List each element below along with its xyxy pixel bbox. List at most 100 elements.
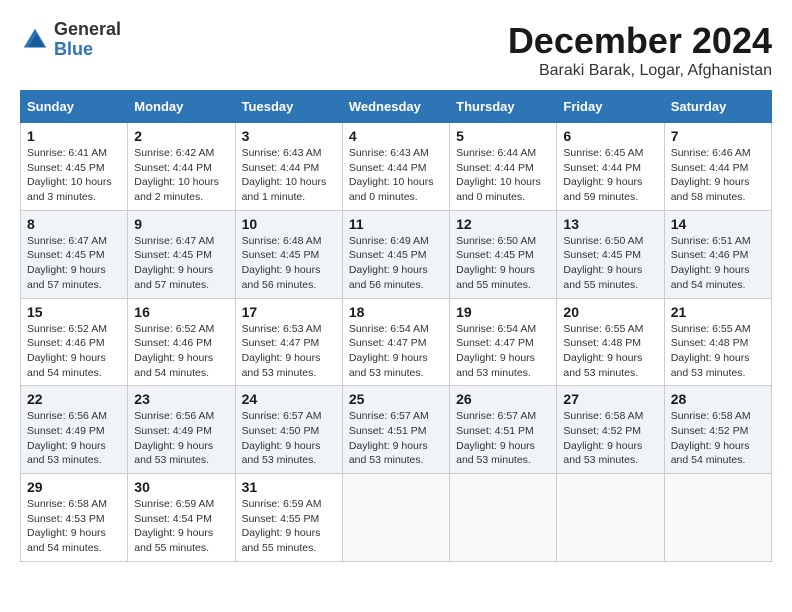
daylight: Daylight: 10 hours and 1 minute. [242,175,336,204]
logo-icon [20,25,50,55]
daylight: Daylight: 9 hours and 53 minutes. [349,351,443,380]
sunset: Sunset: 4:52 PM [671,424,765,439]
calendar-cell: 17 Sunrise: 6:53 AM Sunset: 4:47 PM Dayl… [235,298,342,386]
sunrise: Sunrise: 6:52 AM [134,322,228,337]
day-number: 10 [242,216,336,232]
calendar-cell: 24 Sunrise: 6:57 AM Sunset: 4:50 PM Dayl… [235,386,342,474]
calendar-cell: 18 Sunrise: 6:54 AM Sunset: 4:47 PM Dayl… [342,298,449,386]
sunrise: Sunrise: 6:47 AM [134,234,228,249]
sunrise: Sunrise: 6:59 AM [242,497,336,512]
logo-top: General [54,20,121,40]
sunset: Sunset: 4:44 PM [563,161,657,176]
calendar-cell: 11 Sunrise: 6:49 AM Sunset: 4:45 PM Dayl… [342,210,449,298]
day-number: 3 [242,128,336,144]
sunset: Sunset: 4:47 PM [456,336,550,351]
calendar-day-header: Thursday [450,91,557,123]
sunset: Sunset: 4:45 PM [27,248,121,263]
daylight: Daylight: 9 hours and 53 minutes. [134,439,228,468]
day-detail: Sunrise: 6:43 AM Sunset: 4:44 PM Dayligh… [349,146,443,205]
daylight: Daylight: 9 hours and 57 minutes. [134,263,228,292]
sunset: Sunset: 4:48 PM [563,336,657,351]
sunset: Sunset: 4:44 PM [134,161,228,176]
calendar-day-header: Monday [128,91,235,123]
day-detail: Sunrise: 6:43 AM Sunset: 4:44 PM Dayligh… [242,146,336,205]
sunrise: Sunrise: 6:58 AM [27,497,121,512]
calendar-header-row: SundayMondayTuesdayWednesdayThursdayFrid… [21,91,772,123]
day-detail: Sunrise: 6:53 AM Sunset: 4:47 PM Dayligh… [242,322,336,381]
sunset: Sunset: 4:47 PM [242,336,336,351]
day-number: 31 [242,479,336,495]
calendar-cell: 25 Sunrise: 6:57 AM Sunset: 4:51 PM Dayl… [342,386,449,474]
calendar-cell: 12 Sunrise: 6:50 AM Sunset: 4:45 PM Dayl… [450,210,557,298]
calendar-cell: 5 Sunrise: 6:44 AM Sunset: 4:44 PM Dayli… [450,123,557,211]
day-number: 6 [563,128,657,144]
sunrise: Sunrise: 6:51 AM [671,234,765,249]
day-detail: Sunrise: 6:55 AM Sunset: 4:48 PM Dayligh… [671,322,765,381]
day-detail: Sunrise: 6:48 AM Sunset: 4:45 PM Dayligh… [242,234,336,293]
calendar-cell: 16 Sunrise: 6:52 AM Sunset: 4:46 PM Dayl… [128,298,235,386]
sunrise: Sunrise: 6:50 AM [563,234,657,249]
calendar-cell: 1 Sunrise: 6:41 AM Sunset: 4:45 PM Dayli… [21,123,128,211]
day-number: 14 [671,216,765,232]
calendar-cell: 20 Sunrise: 6:55 AM Sunset: 4:48 PM Dayl… [557,298,664,386]
day-detail: Sunrise: 6:57 AM Sunset: 4:51 PM Dayligh… [456,409,550,468]
sunset: Sunset: 4:46 PM [134,336,228,351]
calendar-week-row: 22 Sunrise: 6:56 AM Sunset: 4:49 PM Dayl… [21,386,772,474]
day-number: 4 [349,128,443,144]
daylight: Daylight: 9 hours and 53 minutes. [671,351,765,380]
daylight: Daylight: 9 hours and 53 minutes. [456,439,550,468]
day-detail: Sunrise: 6:52 AM Sunset: 4:46 PM Dayligh… [27,322,121,381]
sunrise: Sunrise: 6:58 AM [563,409,657,424]
calendar-cell: 27 Sunrise: 6:58 AM Sunset: 4:52 PM Dayl… [557,386,664,474]
calendar-cell: 31 Sunrise: 6:59 AM Sunset: 4:55 PM Dayl… [235,474,342,562]
day-detail: Sunrise: 6:50 AM Sunset: 4:45 PM Dayligh… [563,234,657,293]
calendar-cell: 19 Sunrise: 6:54 AM Sunset: 4:47 PM Dayl… [450,298,557,386]
sunset: Sunset: 4:45 PM [27,161,121,176]
sunset: Sunset: 4:51 PM [456,424,550,439]
daylight: Daylight: 9 hours and 53 minutes. [563,439,657,468]
daylight: Daylight: 9 hours and 55 minutes. [134,526,228,555]
sunset: Sunset: 4:52 PM [563,424,657,439]
sunrise: Sunrise: 6:42 AM [134,146,228,161]
daylight: Daylight: 9 hours and 53 minutes. [456,351,550,380]
sunrise: Sunrise: 6:55 AM [671,322,765,337]
calendar-cell: 28 Sunrise: 6:58 AM Sunset: 4:52 PM Dayl… [664,386,771,474]
sunset: Sunset: 4:44 PM [349,161,443,176]
daylight: Daylight: 9 hours and 53 minutes. [27,439,121,468]
day-number: 8 [27,216,121,232]
daylight: Daylight: 9 hours and 53 minutes. [242,351,336,380]
sunrise: Sunrise: 6:44 AM [456,146,550,161]
calendar-cell [664,474,771,562]
day-number: 30 [134,479,228,495]
day-number: 20 [563,304,657,320]
calendar-week-row: 29 Sunrise: 6:58 AM Sunset: 4:53 PM Dayl… [21,474,772,562]
calendar-cell: 30 Sunrise: 6:59 AM Sunset: 4:54 PM Dayl… [128,474,235,562]
calendar-cell: 13 Sunrise: 6:50 AM Sunset: 4:45 PM Dayl… [557,210,664,298]
calendar-day-header: Saturday [664,91,771,123]
daylight: Daylight: 9 hours and 53 minutes. [349,439,443,468]
sunrise: Sunrise: 6:57 AM [242,409,336,424]
day-number: 11 [349,216,443,232]
logo-bottom: Blue [54,40,121,60]
day-number: 28 [671,391,765,407]
sunset: Sunset: 4:49 PM [134,424,228,439]
sunrise: Sunrise: 6:53 AM [242,322,336,337]
calendar-cell: 8 Sunrise: 6:47 AM Sunset: 4:45 PM Dayli… [21,210,128,298]
sunrise: Sunrise: 6:47 AM [27,234,121,249]
sunset: Sunset: 4:44 PM [242,161,336,176]
calendar-day-header: Sunday [21,91,128,123]
header: General Blue December 2024 Baraki Barak,… [20,20,772,80]
day-detail: Sunrise: 6:54 AM Sunset: 4:47 PM Dayligh… [456,322,550,381]
sunrise: Sunrise: 6:56 AM [27,409,121,424]
sunrise: Sunrise: 6:52 AM [27,322,121,337]
day-number: 27 [563,391,657,407]
day-detail: Sunrise: 6:56 AM Sunset: 4:49 PM Dayligh… [134,409,228,468]
daylight: Daylight: 9 hours and 54 minutes. [27,526,121,555]
calendar-cell: 3 Sunrise: 6:43 AM Sunset: 4:44 PM Dayli… [235,123,342,211]
calendar-cell: 23 Sunrise: 6:56 AM Sunset: 4:49 PM Dayl… [128,386,235,474]
sunset: Sunset: 4:48 PM [671,336,765,351]
day-number: 13 [563,216,657,232]
day-detail: Sunrise: 6:47 AM Sunset: 4:45 PM Dayligh… [27,234,121,293]
sunset: Sunset: 4:49 PM [27,424,121,439]
day-detail: Sunrise: 6:47 AM Sunset: 4:45 PM Dayligh… [134,234,228,293]
